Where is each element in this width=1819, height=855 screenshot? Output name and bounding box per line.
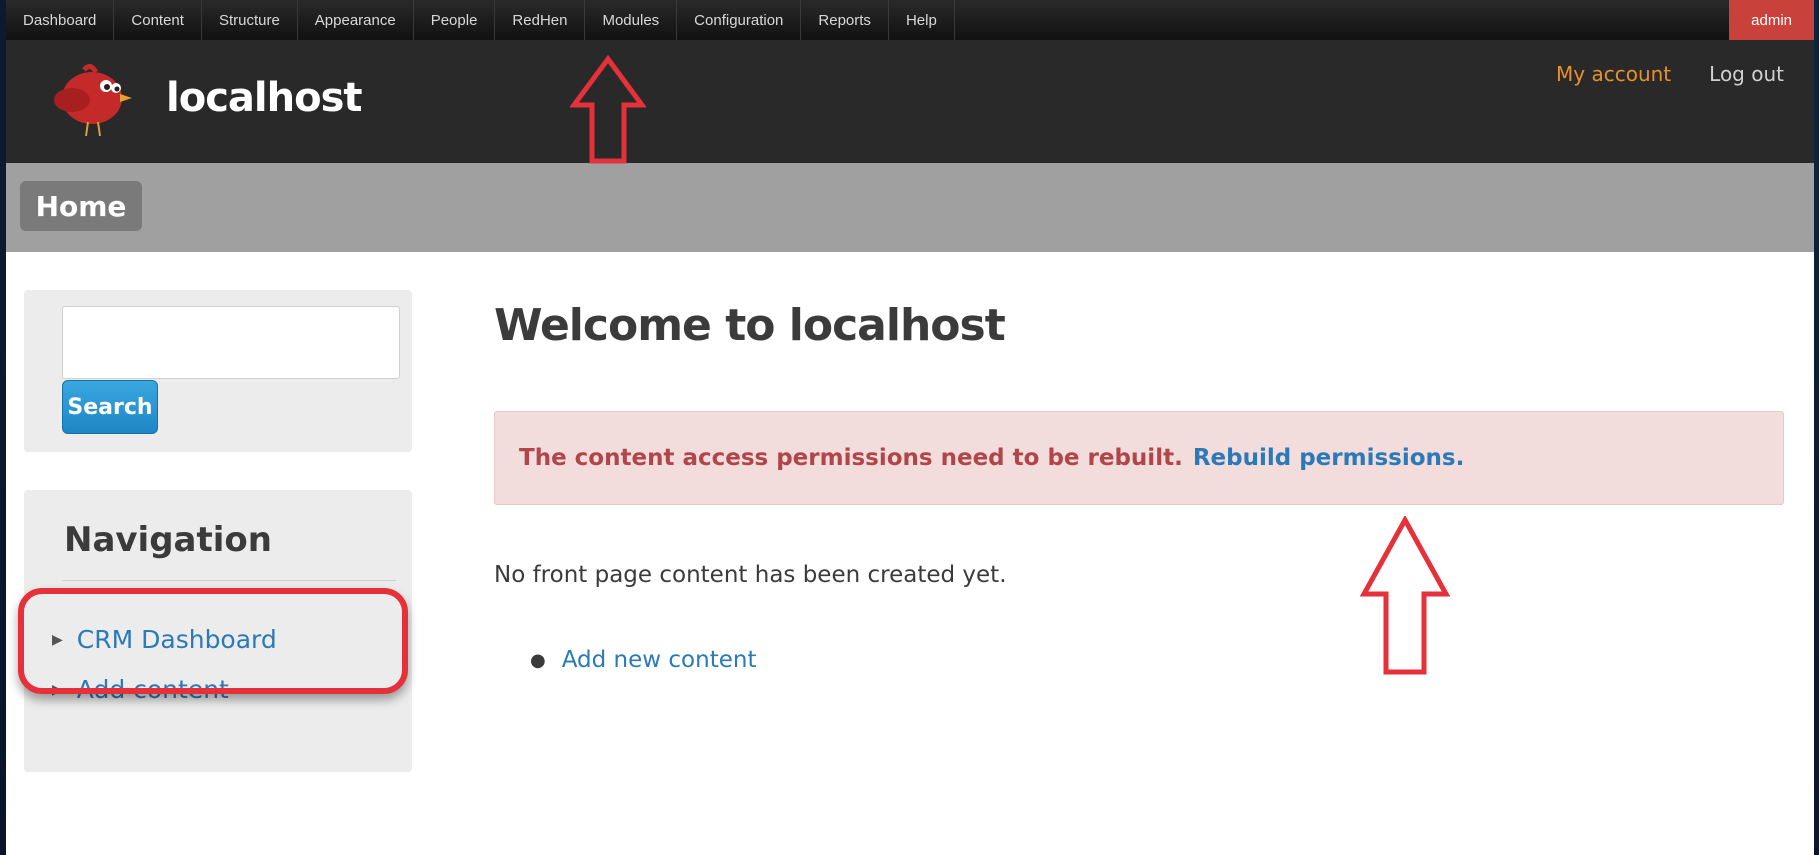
- toolbar-item-dashboard[interactable]: Dashboard: [6, 0, 115, 40]
- tab-home[interactable]: Home: [20, 181, 142, 231]
- toolbar-item-content[interactable]: Content: [114, 0, 202, 40]
- error-message-text: The content access permissions need to b…: [519, 445, 1183, 471]
- redhen-logo-icon[interactable]: [44, 60, 134, 140]
- toolbar-admin-user[interactable]: admin: [1729, 0, 1814, 40]
- annotation-arrow-up-icon: [570, 55, 646, 164]
- search-input[interactable]: [62, 306, 400, 379]
- site-name[interactable]: localhost: [166, 75, 362, 121]
- page-title: Welcome to localhost: [494, 300, 1006, 351]
- admin-toolbar: Dashboard Content Structure Appearance P…: [6, 0, 1814, 40]
- annotation-arrow-up-icon: [1360, 516, 1450, 675]
- site-header: localhost My account Log out: [6, 40, 1814, 163]
- navigation-title: Navigation: [64, 520, 272, 560]
- page: Dashboard Content Structure Appearance P…: [6, 0, 1814, 855]
- search-button[interactable]: Search: [62, 380, 158, 434]
- secondary-menu: My account Log out: [1556, 62, 1784, 86]
- toolbar-item-help[interactable]: Help: [889, 0, 955, 40]
- toolbar-item-modules[interactable]: Modules: [585, 0, 678, 40]
- toolbar-item-redhen[interactable]: RedHen: [495, 0, 586, 40]
- list-item: ● Add new content: [530, 647, 756, 673]
- toolbar-item-people[interactable]: People: [414, 0, 496, 40]
- log-out-link[interactable]: Log out: [1709, 62, 1784, 86]
- bullet-icon: ●: [530, 649, 546, 671]
- divider: [62, 580, 396, 581]
- toolbar-item-reports[interactable]: Reports: [801, 0, 889, 40]
- rebuild-permissions-link[interactable]: Rebuild permissions.: [1193, 445, 1465, 471]
- empty-content-text: No front page content has been created y…: [494, 562, 1007, 588]
- main-menu: Home: [6, 163, 1814, 252]
- search-block: Search: [24, 290, 412, 452]
- toolbar-item-configuration[interactable]: Configuration: [677, 0, 802, 40]
- add-new-content-link[interactable]: Add new content: [562, 647, 757, 673]
- toolbar-item-structure[interactable]: Structure: [202, 0, 298, 40]
- toolbar-item-appearance[interactable]: Appearance: [298, 0, 414, 40]
- annotation-highlight-box: [18, 588, 408, 694]
- my-account-link[interactable]: My account: [1556, 62, 1671, 86]
- error-message: The content access permissions need to b…: [494, 411, 1784, 505]
